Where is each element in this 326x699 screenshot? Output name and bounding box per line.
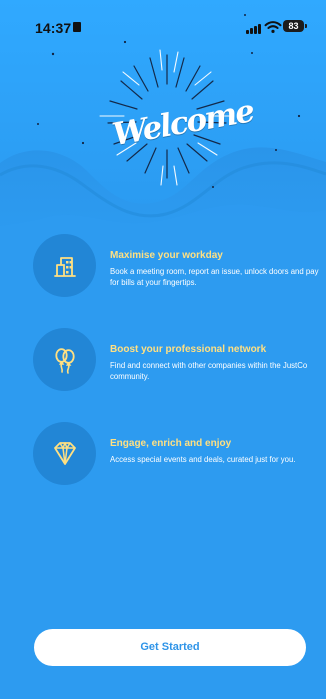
feature-item: Maximise your workday Book a meeting roo… — [33, 234, 318, 326]
get-started-button[interactable]: Get Started — [34, 629, 306, 666]
building-icon — [33, 234, 96, 297]
feature-title: Boost your professional network — [110, 344, 267, 355]
diamond-icon — [33, 422, 96, 485]
welcome-screen: 14:37 83 Welcome Maximise your workday B… — [0, 0, 326, 699]
feature-description: Access special events and deals, curated… — [110, 455, 296, 464]
wifi-icon — [264, 21, 282, 33]
feature-item: Boost your professional network Find and… — [33, 328, 311, 420]
battery-icon: 83 — [283, 20, 307, 32]
lock-icon — [73, 22, 81, 32]
feature-list: Maximise your workday Book a meeting roo… — [33, 234, 318, 516]
feature-description: Book a meeting room, report an issue, un… — [110, 267, 319, 287]
status-time: 14:37 — [35, 20, 72, 36]
signal-icon — [246, 22, 261, 34]
feature-copy: Maximise your workday Book a meeting roo… — [110, 249, 320, 288]
feature-description: Find and connect with other companies wi… — [110, 361, 308, 381]
feature-title: Engage, enrich and enjoy — [110, 438, 232, 449]
feature-copy: Engage, enrich and enjoy Access special … — [110, 437, 320, 465]
feature-copy: Boost your professional network Find and… — [110, 343, 320, 382]
feature-title: Maximise your workday — [110, 250, 223, 261]
battery-level: 83 — [288, 21, 299, 31]
feature-item: Engage, enrich and enjoy Access special … — [33, 422, 311, 514]
balloons-icon — [33, 328, 96, 391]
status-bar: 14:37 83 — [0, 0, 326, 46]
